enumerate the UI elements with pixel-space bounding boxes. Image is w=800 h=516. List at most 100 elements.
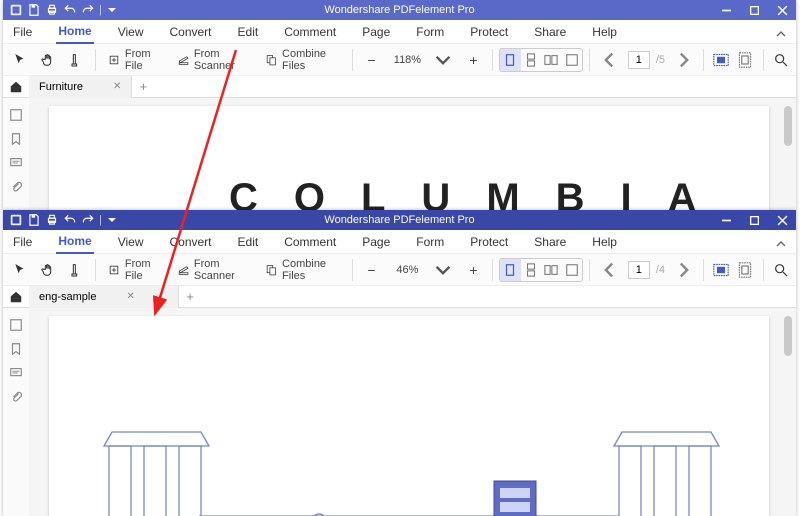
page-number-input[interactable]	[628, 261, 650, 279]
menu-file[interactable]: File	[11, 21, 34, 43]
combine-files-button[interactable]: Combine Files	[259, 257, 346, 283]
fit-page-button[interactable]	[734, 257, 756, 283]
next-page-button[interactable]	[671, 257, 697, 283]
hand-tool[interactable]	[35, 257, 61, 283]
undo-icon[interactable]	[63, 3, 77, 17]
minimize-button[interactable]	[712, 0, 740, 20]
menu-file[interactable]: File	[11, 231, 34, 253]
maximize-button[interactable]	[740, 210, 768, 230]
zoom-value[interactable]: 118%	[388, 54, 426, 66]
prev-page-button[interactable]	[596, 47, 622, 73]
tab-close-icon[interactable]: ✕	[113, 81, 121, 92]
menu-view[interactable]: View	[116, 21, 146, 43]
bookmarks-icon[interactable]	[9, 132, 23, 146]
view-single-page[interactable]	[500, 259, 520, 281]
view-two-continuous[interactable]	[562, 259, 582, 281]
thumbnails-icon[interactable]	[9, 318, 23, 332]
comments-panel-icon[interactable]	[9, 156, 23, 170]
menu-home[interactable]: Home	[56, 230, 93, 254]
menu-form[interactable]: Form	[414, 231, 446, 253]
menu-edit[interactable]: Edit	[236, 231, 261, 253]
view-two-page[interactable]	[541, 49, 561, 71]
hand-tool[interactable]	[35, 47, 61, 73]
select-tool[interactable]	[7, 47, 33, 73]
redo-icon[interactable]	[81, 3, 95, 17]
search-button[interactable]	[770, 47, 792, 73]
view-two-page[interactable]	[541, 259, 561, 281]
maximize-button[interactable]	[740, 0, 768, 20]
view-continuous[interactable]	[521, 49, 541, 71]
menu-protect[interactable]: Protect	[468, 231, 510, 253]
search-button[interactable]	[770, 257, 792, 283]
zoom-in-button[interactable]: +	[460, 257, 486, 283]
view-two-continuous[interactable]	[562, 49, 582, 71]
zoom-dropdown[interactable]	[430, 47, 456, 73]
print-icon[interactable]	[45, 213, 59, 227]
collapse-ribbon-icon[interactable]	[776, 238, 786, 252]
document-tab[interactable]: Furniture ✕	[29, 76, 132, 98]
from-scanner-button[interactable]: From Scanner	[171, 47, 257, 73]
home-tab-icon[interactable]	[3, 290, 29, 304]
undo-icon[interactable]	[63, 213, 77, 227]
redo-icon[interactable]	[81, 213, 95, 227]
zoom-out-button[interactable]: −	[358, 47, 384, 73]
menu-help[interactable]: Help	[590, 231, 619, 253]
vertical-scrollbar[interactable]	[784, 106, 792, 146]
print-icon[interactable]	[45, 3, 59, 17]
menu-view[interactable]: View	[116, 231, 146, 253]
edit-tool[interactable]	[63, 47, 89, 73]
zoom-out-button[interactable]: −	[358, 257, 384, 283]
tab-close-icon[interactable]: ✕	[126, 291, 134, 302]
home-tab-icon[interactable]	[3, 80, 29, 94]
save-icon[interactable]	[27, 213, 41, 227]
document-tab[interactable]: eng-sample ✕	[29, 286, 179, 308]
attachments-icon[interactable]	[9, 390, 23, 404]
close-button[interactable]	[768, 210, 796, 230]
new-tab-button[interactable]: +	[132, 79, 154, 94]
menu-help[interactable]: Help	[590, 21, 619, 43]
menu-edit[interactable]: Edit	[236, 21, 261, 43]
thumbnails-icon[interactable]	[9, 108, 23, 122]
comments-panel-icon[interactable]	[9, 366, 23, 380]
zoom-dropdown[interactable]	[430, 257, 456, 283]
attachments-icon[interactable]	[9, 180, 23, 194]
fit-width-button[interactable]	[710, 47, 732, 73]
menu-home[interactable]: Home	[56, 20, 93, 44]
menu-convert[interactable]: Convert	[167, 231, 213, 253]
next-page-button[interactable]	[671, 47, 697, 73]
save-icon[interactable]	[27, 3, 41, 17]
new-tab-button[interactable]: +	[179, 289, 201, 304]
menu-convert[interactable]: Convert	[167, 21, 213, 43]
close-button[interactable]	[768, 0, 796, 20]
menu-page[interactable]: Page	[360, 231, 392, 253]
qat-dropdown-icon[interactable]	[108, 218, 116, 222]
from-file-button[interactable]: From File	[102, 257, 169, 283]
page-number-input[interactable]	[628, 51, 650, 69]
combine-files-button[interactable]: Combine Files	[259, 47, 346, 73]
vertical-scrollbar[interactable]	[784, 316, 792, 356]
fit-width-button[interactable]	[710, 257, 732, 283]
fit-page-button[interactable]	[734, 47, 756, 73]
view-single-page[interactable]	[500, 49, 520, 71]
menu-comment[interactable]: Comment	[282, 231, 338, 253]
collapse-ribbon-icon[interactable]	[776, 28, 786, 42]
document-canvas[interactable]: COLUMBIA	[29, 98, 796, 210]
bookmarks-icon[interactable]	[9, 342, 23, 356]
view-continuous[interactable]	[521, 259, 541, 281]
zoom-value[interactable]: 46%	[388, 264, 426, 276]
zoom-in-button[interactable]: +	[460, 47, 486, 73]
menu-protect[interactable]: Protect	[468, 21, 510, 43]
prev-page-button[interactable]	[596, 257, 622, 283]
titlebar[interactable]: | Wondershare PDFelement Pro	[3, 0, 796, 20]
minimize-button[interactable]	[712, 210, 740, 230]
menu-share[interactable]: Share	[532, 231, 568, 253]
from-file-button[interactable]: From File	[102, 47, 169, 73]
menu-form[interactable]: Form	[414, 21, 446, 43]
document-canvas[interactable]	[29, 308, 796, 516]
titlebar[interactable]: | Wondershare PDFelement Pro	[3, 210, 796, 230]
from-scanner-button[interactable]: From Scanner	[171, 257, 257, 283]
menu-share[interactable]: Share	[532, 21, 568, 43]
menu-page[interactable]: Page	[360, 21, 392, 43]
menu-comment[interactable]: Comment	[282, 21, 338, 43]
edit-tool[interactable]	[63, 257, 89, 283]
